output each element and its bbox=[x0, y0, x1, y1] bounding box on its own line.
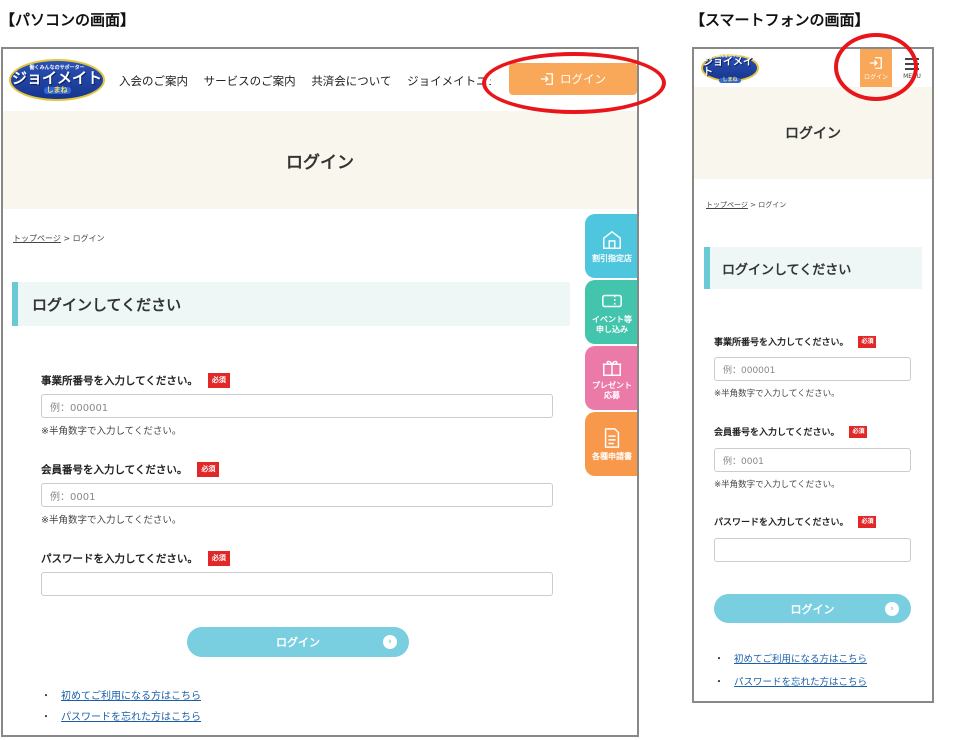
pc-screen: 働くみんなのサポーター ジョイメイト しまね 入会のご案内 サービスのご案内 共… bbox=[1, 47, 639, 737]
side-tab-label: プレゼント 応募 bbox=[592, 380, 632, 400]
first-time-link-row: ・ 初めてご利用になる方はこちら bbox=[41, 687, 201, 702]
first-time-link[interactable]: 初めてご利用になる方はこちら bbox=[734, 651, 867, 665]
office-number-note: ※半角数字で入力してください。 bbox=[41, 426, 182, 437]
arrow-right-icon: › bbox=[383, 635, 397, 649]
office-number-label: 事業所番号を入力してください。 必須 bbox=[41, 373, 230, 388]
smartphone-screen-caption: 【スマートフォンの画面】 bbox=[690, 11, 870, 29]
required-badge: 必須 bbox=[197, 462, 220, 477]
required-badge: 必須 bbox=[858, 515, 877, 528]
smartphone-screen: 働くみんなのサポーター ジョイメイト しまね ログイン MENU ログイン トッ… bbox=[692, 47, 934, 703]
password-label-text: パスワードを入力してください。 bbox=[41, 553, 198, 565]
page-title: ログイン bbox=[3, 111, 637, 209]
breadcrumb: トップページ > ログイン bbox=[706, 200, 786, 210]
login-submit-button[interactable]: ログイン › bbox=[187, 627, 409, 657]
office-number-label: 事業所番号を入力してください。 必須 bbox=[714, 335, 877, 348]
forgot-password-link[interactable]: パスワードを忘れた方はこちら bbox=[61, 708, 201, 723]
password-label-text: パスワードを入力してください。 bbox=[714, 518, 849, 528]
breadcrumb-home[interactable]: トップページ bbox=[706, 201, 748, 209]
required-badge: 必須 bbox=[849, 425, 868, 438]
bullet: ・ bbox=[41, 712, 51, 723]
member-number-label: 会員番号を入力してください。 必須 bbox=[41, 462, 220, 477]
member-number-label-text: 会員番号を入力してください。 bbox=[714, 428, 840, 438]
password-input[interactable] bbox=[41, 572, 553, 596]
nav-item-about[interactable]: 共済会について bbox=[311, 74, 391, 88]
member-number-note: ※半角数字で入力してください。 bbox=[41, 515, 182, 526]
first-time-link-row: ・ 初めてご利用になる方はこちら bbox=[714, 650, 867, 666]
first-time-link[interactable]: 初めてご利用になる方はこちら bbox=[61, 687, 201, 702]
gift-icon bbox=[602, 360, 622, 376]
office-number-input[interactable]: 例：000001 bbox=[41, 394, 553, 418]
forgot-password-link-row: ・ パスワードを忘れた方はこちら bbox=[714, 673, 867, 689]
member-number-label-text: 会員番号を入力してください。 bbox=[41, 464, 188, 476]
password-label: パスワードを入力してください。 必須 bbox=[714, 515, 877, 528]
breadcrumb-current: ログイン bbox=[758, 201, 787, 209]
logo-sub: しまね bbox=[719, 77, 741, 83]
bullet: ・ bbox=[714, 677, 724, 688]
member-number-label: 会員番号を入力してください。 必須 bbox=[714, 425, 868, 438]
side-tab-label: 割引指定店 bbox=[592, 253, 632, 263]
required-badge: 必須 bbox=[207, 373, 230, 388]
bullet: ・ bbox=[41, 691, 51, 702]
office-number-input[interactable]: 例：000001 bbox=[714, 357, 911, 381]
highlight-ellipse-pc-login bbox=[482, 52, 666, 114]
breadcrumb-home[interactable]: トップページ bbox=[13, 234, 61, 243]
side-tab-present-apply[interactable]: プレゼント 応募 bbox=[585, 346, 637, 410]
breadcrumb: トップページ > ログイン bbox=[13, 233, 105, 244]
breadcrumb-separator: > bbox=[63, 234, 71, 243]
global-nav: 入会のご案内 サービスのご案内 共済会について ジョイメイトニュース bbox=[119, 73, 491, 89]
member-number-input[interactable]: 例：0001 bbox=[714, 448, 911, 472]
breadcrumb-current: ログイン bbox=[72, 234, 105, 243]
forgot-password-link-row: ・ パスワードを忘れた方はこちら bbox=[41, 708, 201, 723]
side-tab-label: 各種申請書 bbox=[592, 451, 632, 461]
password-label: パスワードを入力してください。 必須 bbox=[41, 551, 230, 566]
bullet: ・ bbox=[714, 654, 724, 665]
side-tabs: 割引指定店 イベント等 申し込み プレゼント 応募 各種申請書 bbox=[585, 214, 637, 478]
arrow-right-icon: › bbox=[885, 601, 899, 616]
forgot-password-link[interactable]: パスワードを忘れた方はこちら bbox=[734, 674, 867, 688]
required-badge: 必須 bbox=[858, 335, 877, 348]
section-heading: ログインしてください bbox=[12, 282, 570, 326]
breadcrumb-separator: > bbox=[750, 201, 756, 209]
login-submit-button[interactable]: ログイン › bbox=[714, 594, 911, 623]
login-submit-label: ログイン bbox=[276, 636, 320, 649]
nav-item-services[interactable]: サービスのご案内 bbox=[204, 74, 296, 88]
section-heading: ログインしてください bbox=[704, 247, 922, 289]
login-submit-label: ログイン bbox=[790, 602, 835, 616]
logo-sub: しまね bbox=[43, 87, 71, 94]
site-logo[interactable]: 働くみんなのサポーター ジョイメイト しまね bbox=[701, 53, 759, 83]
nav-item-news[interactable]: ジョイメイトニュース bbox=[407, 74, 491, 88]
side-tab-application-forms[interactable]: 各種申請書 bbox=[585, 412, 637, 476]
document-icon bbox=[604, 427, 620, 448]
side-tab-label: イベント等 申し込み bbox=[592, 314, 632, 334]
office-number-note: ※半角数字で入力してください。 bbox=[714, 389, 840, 399]
highlight-ellipse-sp-login bbox=[834, 33, 918, 101]
member-number-input[interactable]: 例：0001 bbox=[41, 483, 553, 507]
page-title: ログイン bbox=[694, 87, 932, 179]
office-number-label-text: 事業所番号を入力してください。 bbox=[41, 375, 198, 387]
side-tab-event-apply[interactable]: イベント等 申し込み bbox=[585, 280, 637, 344]
password-input[interactable] bbox=[714, 538, 911, 562]
logo-main: ジョイメイト bbox=[703, 56, 753, 78]
required-badge: 必須 bbox=[207, 551, 230, 566]
office-number-label-text: 事業所番号を入力してください。 bbox=[714, 338, 849, 348]
member-number-note: ※半角数字で入力してください。 bbox=[714, 480, 840, 490]
ticket-icon bbox=[602, 294, 622, 308]
side-tab-discount-shops[interactable]: 割引指定店 bbox=[585, 214, 637, 278]
shop-icon bbox=[603, 230, 621, 249]
nav-item-join[interactable]: 入会のご案内 bbox=[119, 74, 188, 88]
site-logo[interactable]: 働くみんなのサポーター ジョイメイト しまね bbox=[9, 59, 105, 101]
logo-main: ジョイメイト bbox=[11, 69, 102, 87]
pc-screen-caption: 【パソコンの画面】 bbox=[0, 11, 136, 29]
